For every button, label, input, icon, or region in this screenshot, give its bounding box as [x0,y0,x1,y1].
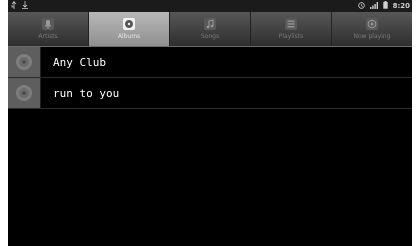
music-app-screen: 8:20 Artists Albums Songs Playlists Now … [8,0,412,246]
status-bar: 8:20 [8,0,412,12]
album-disc-icon [8,47,41,77]
download-icon [22,1,28,11]
library-tab-bar: Artists Albums Songs Playlists Now playi… [8,12,412,47]
list-item[interactable]: Any Club [8,47,412,78]
tab-artists-label: Artists [38,33,58,40]
status-left-icons [11,1,28,11]
tab-albums[interactable]: Albums [89,12,170,46]
now-playing-icon [365,17,379,31]
music-note-icon [203,17,217,31]
tab-playlists-label: Playlists [278,33,304,40]
tab-songs-label: Songs [200,33,220,40]
tab-albums-label: Albums [117,33,141,40]
alarm-icon [357,1,365,11]
usb-icon [11,1,17,11]
album-disc-icon [8,78,41,108]
tab-now-playing[interactable]: Now playing [332,12,412,46]
status-time: 8:20 [392,2,410,10]
album-list: Any Club run to you [8,47,412,109]
right-border [412,0,420,246]
album-title: run to you [53,86,120,100]
album-title: Any Club [53,55,106,69]
tab-songs[interactable]: Songs [170,12,251,46]
tab-artists[interactable]: Artists [8,12,89,46]
microphone-icon [41,17,55,31]
tab-playlists[interactable]: Playlists [251,12,332,46]
list-item[interactable]: run to you [8,78,412,109]
status-right-icons: 8:20 [357,1,410,11]
tab-now-playing-label: Now playing [353,33,391,40]
battery-icon [382,1,388,11]
signal-icon [369,1,378,11]
left-border [0,0,8,246]
playlist-icon [284,17,298,31]
album-icon [122,17,136,31]
